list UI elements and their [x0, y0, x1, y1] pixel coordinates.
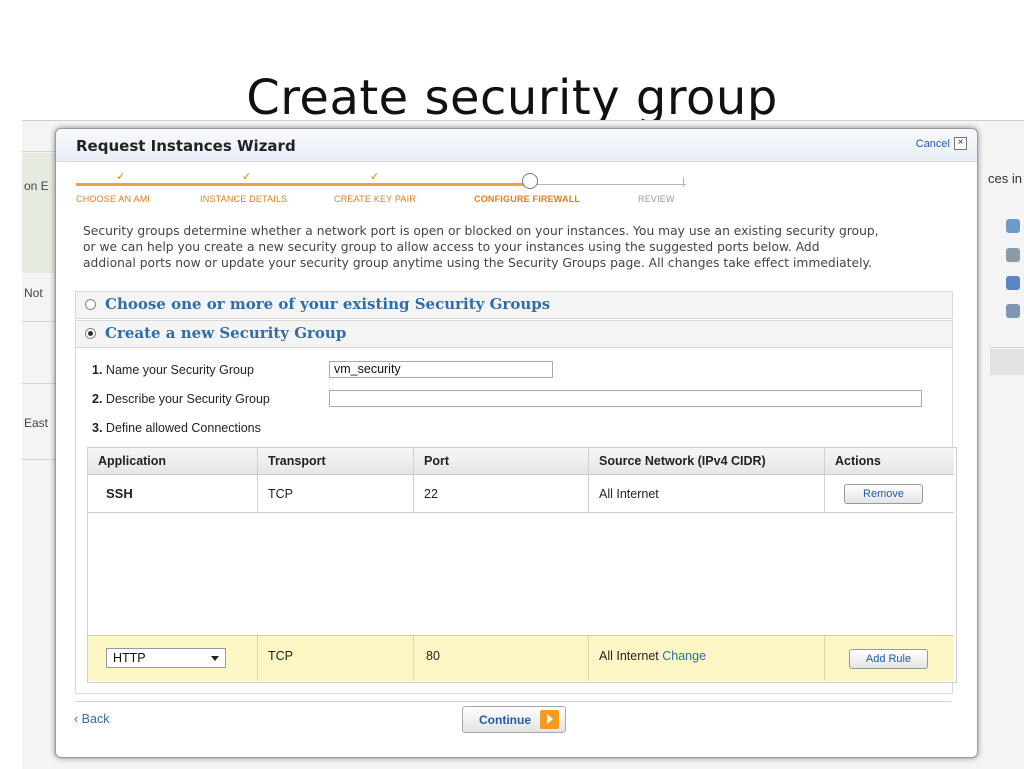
wizard-step-tracker: ✓ ✓ ✓ CHOOSE AN AMI INSTANCE DETAILS CRE… — [56, 161, 977, 211]
existing-groups-label[interactable]: Choose one or more of your existing Secu… — [105, 295, 550, 313]
slide-title: Create security group — [246, 70, 778, 126]
new-group-radio[interactable] — [85, 328, 96, 339]
step-instance-details[interactable]: INSTANCE DETAILS — [200, 194, 287, 204]
step-review: REVIEW — [638, 194, 675, 204]
new-rule-port: 80 — [414, 636, 589, 681]
current-step-circle-icon — [522, 173, 538, 189]
conn-step-number: 3. — [92, 421, 103, 435]
intro-line: or we can help you create a new security… — [83, 240, 820, 254]
new-rule-source: All Internet Change — [589, 636, 825, 681]
step-end-tick — [683, 177, 684, 187]
security-group-name-input[interactable]: vm_security — [329, 361, 553, 378]
desc-label: Describe your Security Group — [105, 392, 270, 406]
security-group-description-input[interactable] — [329, 390, 922, 407]
chevron-down-icon — [211, 656, 219, 661]
bg-divider — [990, 347, 1024, 348]
existing-groups-option[interactable]: Choose one or more of your existing Secu… — [75, 291, 953, 319]
cancel-label[interactable]: Cancel — [916, 138, 950, 150]
back-chevron-icon[interactable]: ‹ — [74, 712, 78, 726]
bg-divider — [22, 321, 58, 322]
new-rule-transport: TCP — [258, 636, 414, 681]
cell-transport: TCP — [258, 475, 414, 513]
intro-line: addional ports now or update your securi… — [83, 256, 872, 270]
footer-divider — [75, 701, 951, 702]
bg-right-text: ces in — [988, 171, 1022, 186]
cell-application: SSH — [88, 475, 258, 513]
new-rule-row: HTTP TCP 80 All Internet Change Add Rule — [88, 635, 954, 681]
name-row: 1. Name your Security Group — [92, 363, 254, 377]
bg-left-panel — [22, 153, 58, 273]
step-check-icon: ✓ — [116, 171, 126, 183]
globe-icon — [1006, 219, 1020, 233]
new-group-option[interactable]: Create a new Security Group — [75, 320, 953, 348]
back-label[interactable]: Back — [82, 712, 110, 726]
connections-row: 3. Define allowed Connections — [92, 421, 261, 435]
step-choose-ami[interactable]: CHOOSE AN AMI — [76, 194, 150, 204]
new-rule-source-value: All Internet — [599, 649, 659, 663]
existing-groups-radio[interactable] — [85, 299, 96, 310]
connection-rules-table: Application Transport Port Source Networ… — [87, 447, 957, 683]
step-check-icon: ✓ — [370, 171, 380, 183]
header-port: Port — [414, 448, 589, 475]
bg-divider — [22, 383, 58, 384]
new-rule-application-cell: HTTP — [88, 636, 258, 681]
server-icon — [1006, 304, 1020, 318]
wizard-header: Request Instances Wizard Cancel × — [56, 129, 977, 162]
name-label: Name your Security Group — [105, 363, 254, 377]
bg-left-label-1: on E — [24, 179, 49, 193]
description-row: 2. Describe your Security Group — [92, 392, 270, 406]
header-transport: Transport — [258, 448, 414, 475]
bg-left-label-3: East — [24, 416, 49, 430]
progress-line-done — [76, 183, 526, 186]
drop-icon — [1006, 276, 1020, 290]
monitor-icon — [1006, 248, 1020, 262]
request-instances-wizard: Request Instances Wizard Cancel × ✓ ✓ ✓ … — [55, 128, 978, 758]
cancel-button[interactable]: Cancel × — [916, 137, 967, 150]
header-actions: Actions — [825, 448, 954, 475]
intro-text: Security groups determine whether a netw… — [83, 223, 963, 271]
cell-port: 22 — [414, 475, 589, 513]
bg-left-label-2: Not — [24, 286, 43, 300]
add-rule-button[interactable]: Add Rule — [849, 649, 928, 669]
step-create-key-pair[interactable]: CREATE KEY PAIR — [334, 194, 416, 204]
back-button[interactable]: ‹ Back — [74, 712, 109, 726]
arrow-right-icon[interactable] — [540, 710, 559, 729]
intro-line: Security groups determine whether a netw… — [83, 224, 879, 238]
continue-button[interactable]: Continue — [462, 706, 566, 733]
change-source-link[interactable]: Change — [662, 649, 706, 663]
remove-rule-button[interactable]: Remove — [844, 484, 923, 504]
bg-divider — [22, 459, 58, 460]
bg-right-bar — [990, 349, 1024, 375]
close-icon[interactable]: × — [954, 137, 967, 150]
wizard-title: Request Instances Wizard — [76, 137, 296, 155]
cell-source: All Internet — [589, 475, 825, 513]
bg-divider — [22, 151, 58, 152]
continue-label[interactable]: Continue — [479, 713, 531, 727]
new-group-label[interactable]: Create a new Security Group — [105, 324, 346, 342]
radio-selected-dot — [88, 331, 93, 336]
connections-label: Define allowed Connections — [105, 421, 261, 435]
step-check-icon: ✓ — [242, 171, 252, 183]
progress-line-todo — [526, 184, 686, 185]
application-select[interactable]: HTTP — [106, 648, 226, 668]
header-source-network: Source Network (IPv4 CIDR) — [589, 448, 825, 475]
desc-step-number: 2. — [92, 392, 103, 406]
application-select-value: HTTP — [113, 651, 146, 665]
header-application: Application — [88, 448, 258, 475]
step-configure-firewall: CONFIGURE FIREWALL — [474, 194, 581, 204]
name-step-number: 1. — [92, 363, 103, 377]
